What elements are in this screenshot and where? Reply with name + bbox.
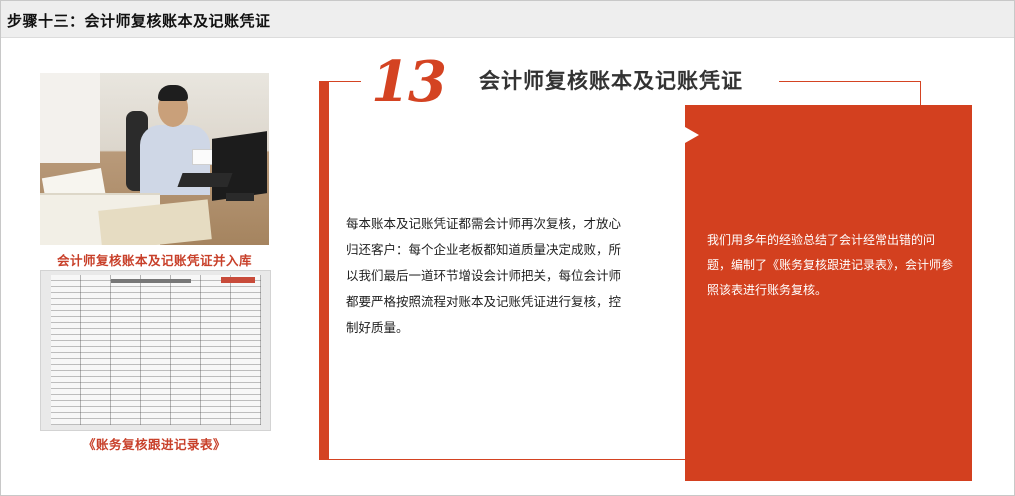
step-number: 13 — [371, 49, 447, 115]
accountant-photo — [40, 73, 269, 245]
play-icon — [685, 127, 699, 143]
content-frame: 步骤十三：会计师复核账本及记账凭证 会计师复核账本及记账凭证并入库 《账务复核跟… — [0, 0, 1015, 496]
header-bar: 步骤十三：会计师复核账本及记账凭证 — [1, 1, 1014, 38]
section-title: 会计师复核账本及记账凭证 — [479, 69, 743, 93]
review-form-image — [40, 270, 271, 431]
photo-caption: 会计师复核账本及记账凭证并入库 — [56, 253, 252, 268]
step-description: 每本账本及记账凭证都需会计师再次复核，才放心归还客户：每个企业老板都知道质量决定… — [346, 216, 622, 335]
form-caption: 《账务复核跟进记录表》 — [82, 437, 226, 452]
page-title: 步骤十三：会计师复核账本及记账凭证 — [7, 12, 271, 30]
info-panel-text: 我们用多年的经验总结了会计经常出错的问题，编制了《账务复核跟进记录表》，会计师参… — [707, 233, 954, 297]
